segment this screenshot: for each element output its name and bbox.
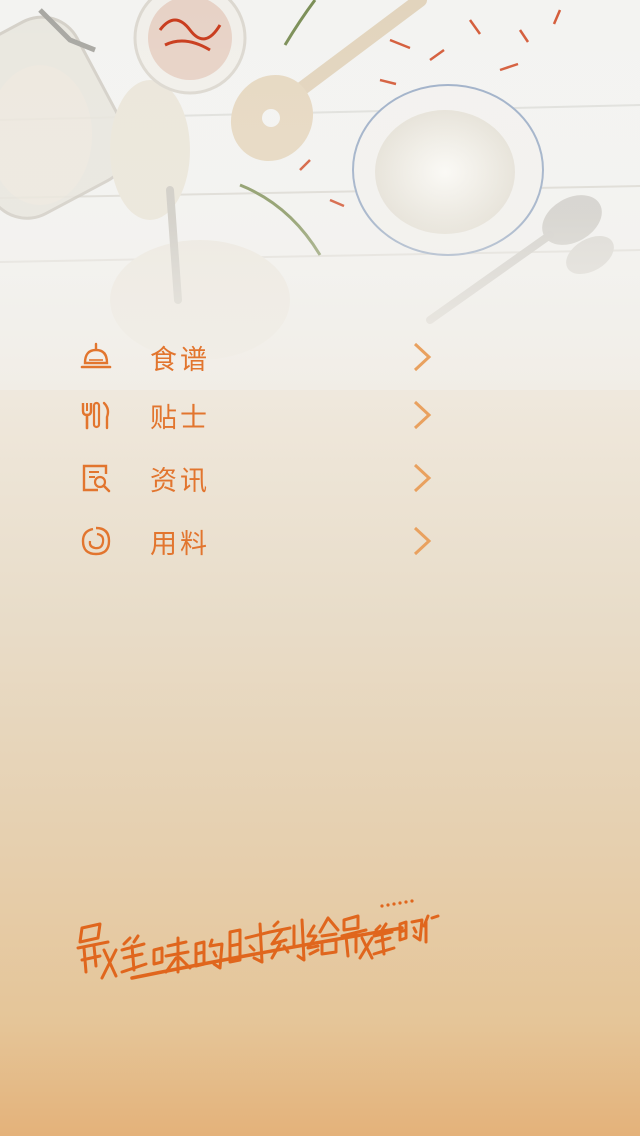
ingredient-icon (76, 521, 116, 561)
slogan-handwriting (60, 880, 440, 990)
menu-item-label: 用料 (150, 528, 210, 560)
menu-item-label: 资讯 (150, 465, 210, 497)
chevron-right-icon (413, 526, 432, 556)
menu-item-label: 贴士 (150, 402, 210, 434)
menu-item-news[interactable]: 资讯 (70, 449, 440, 507)
menu-item-label: 食谱 (150, 344, 210, 376)
chevron-right-icon (413, 400, 432, 430)
chevron-right-icon (413, 342, 432, 372)
menu-item-ingredients[interactable]: 用料 (70, 512, 440, 570)
utensils-icon (76, 395, 116, 435)
menu-item-recipes[interactable]: 食谱 (70, 328, 440, 386)
chevron-right-icon (413, 463, 432, 493)
cloche-icon (76, 337, 116, 377)
news-search-icon (76, 458, 116, 498)
menu-item-tips[interactable]: 贴士 (70, 386, 440, 444)
